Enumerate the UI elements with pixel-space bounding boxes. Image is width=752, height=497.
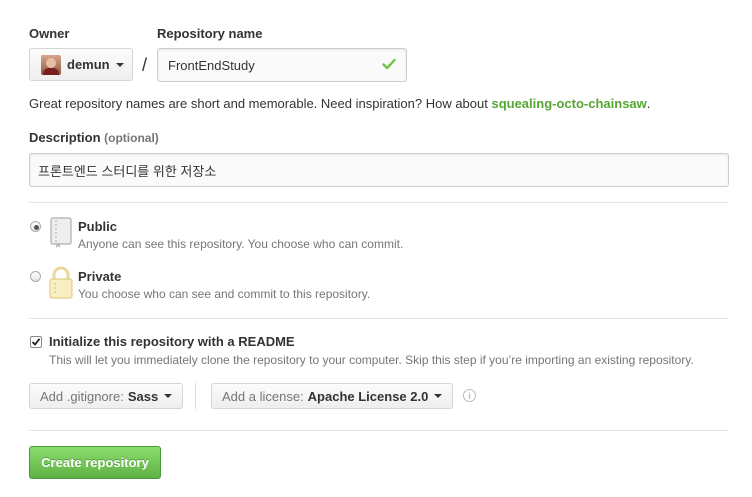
description-optional: (optional) <box>104 131 159 145</box>
caret-down-icon <box>115 62 124 67</box>
owner-value: demun <box>67 57 110 72</box>
description-value: 프론트엔드 스터디를 위한 저장소 <box>38 163 217 179</box>
repo-book-icon <box>50 217 72 248</box>
divider <box>29 202 729 203</box>
public-description: Anyone can see this repository. You choo… <box>78 237 404 251</box>
select-separator <box>195 383 196 409</box>
caret-down-icon <box>434 394 443 398</box>
init-readme-description: This will let you immediately clone the … <box>49 353 694 367</box>
repo-name-input[interactable]: FrontEndStudy <box>157 48 407 82</box>
create-repository-button[interactable]: Create repository <box>29 446 161 479</box>
divider <box>29 430 729 431</box>
license-prefix: Add a license: <box>222 388 304 404</box>
owner-repo-separator: / <box>142 55 148 75</box>
init-readme-title: Initialize this repository with a README <box>49 334 295 349</box>
description-label: Description <box>29 130 101 145</box>
private-radio[interactable] <box>30 271 41 282</box>
caret-down-icon <box>164 394 173 398</box>
info-icon[interactable]: i <box>463 389 476 402</box>
private-description: You choose who can see and commit to thi… <box>78 287 371 301</box>
public-radio[interactable] <box>30 221 41 232</box>
owner-label: Owner <box>29 26 70 41</box>
repo-name-label: Repository name <box>157 26 263 41</box>
suggested-name-link[interactable]: squealing-octo-chainsaw <box>491 96 646 111</box>
gitignore-prefix: Add .gitignore: <box>40 388 124 404</box>
avatar <box>41 54 61 75</box>
repo-name-hint: Great repository names are short and mem… <box>29 96 650 111</box>
gitignore-value: Sass <box>127 388 159 404</box>
lock-icon <box>49 266 73 299</box>
init-readme-checkbox[interactable] <box>30 336 42 348</box>
divider <box>29 318 729 319</box>
license-select-button[interactable]: Add a license: Apache License 2.0 <box>211 383 454 409</box>
hint-text: Great repository names are short and mem… <box>29 96 492 111</box>
hint-period: . <box>646 96 651 111</box>
checkbox-check-icon <box>31 338 41 346</box>
owner-select-button[interactable]: demun <box>29 48 133 81</box>
license-value: Apache License 2.0 <box>307 388 429 404</box>
checkmark-icon <box>382 58 396 70</box>
description-label-row: Description (optional) <box>29 130 159 145</box>
repo-name-value: FrontEndStudy <box>168 57 255 73</box>
description-input[interactable]: 프론트엔드 스터디를 위한 저장소 <box>29 153 729 187</box>
gitignore-select-button[interactable]: Add .gitignore: Sass <box>29 383 184 409</box>
private-title: Private <box>78 269 122 284</box>
public-title: Public <box>78 219 118 234</box>
